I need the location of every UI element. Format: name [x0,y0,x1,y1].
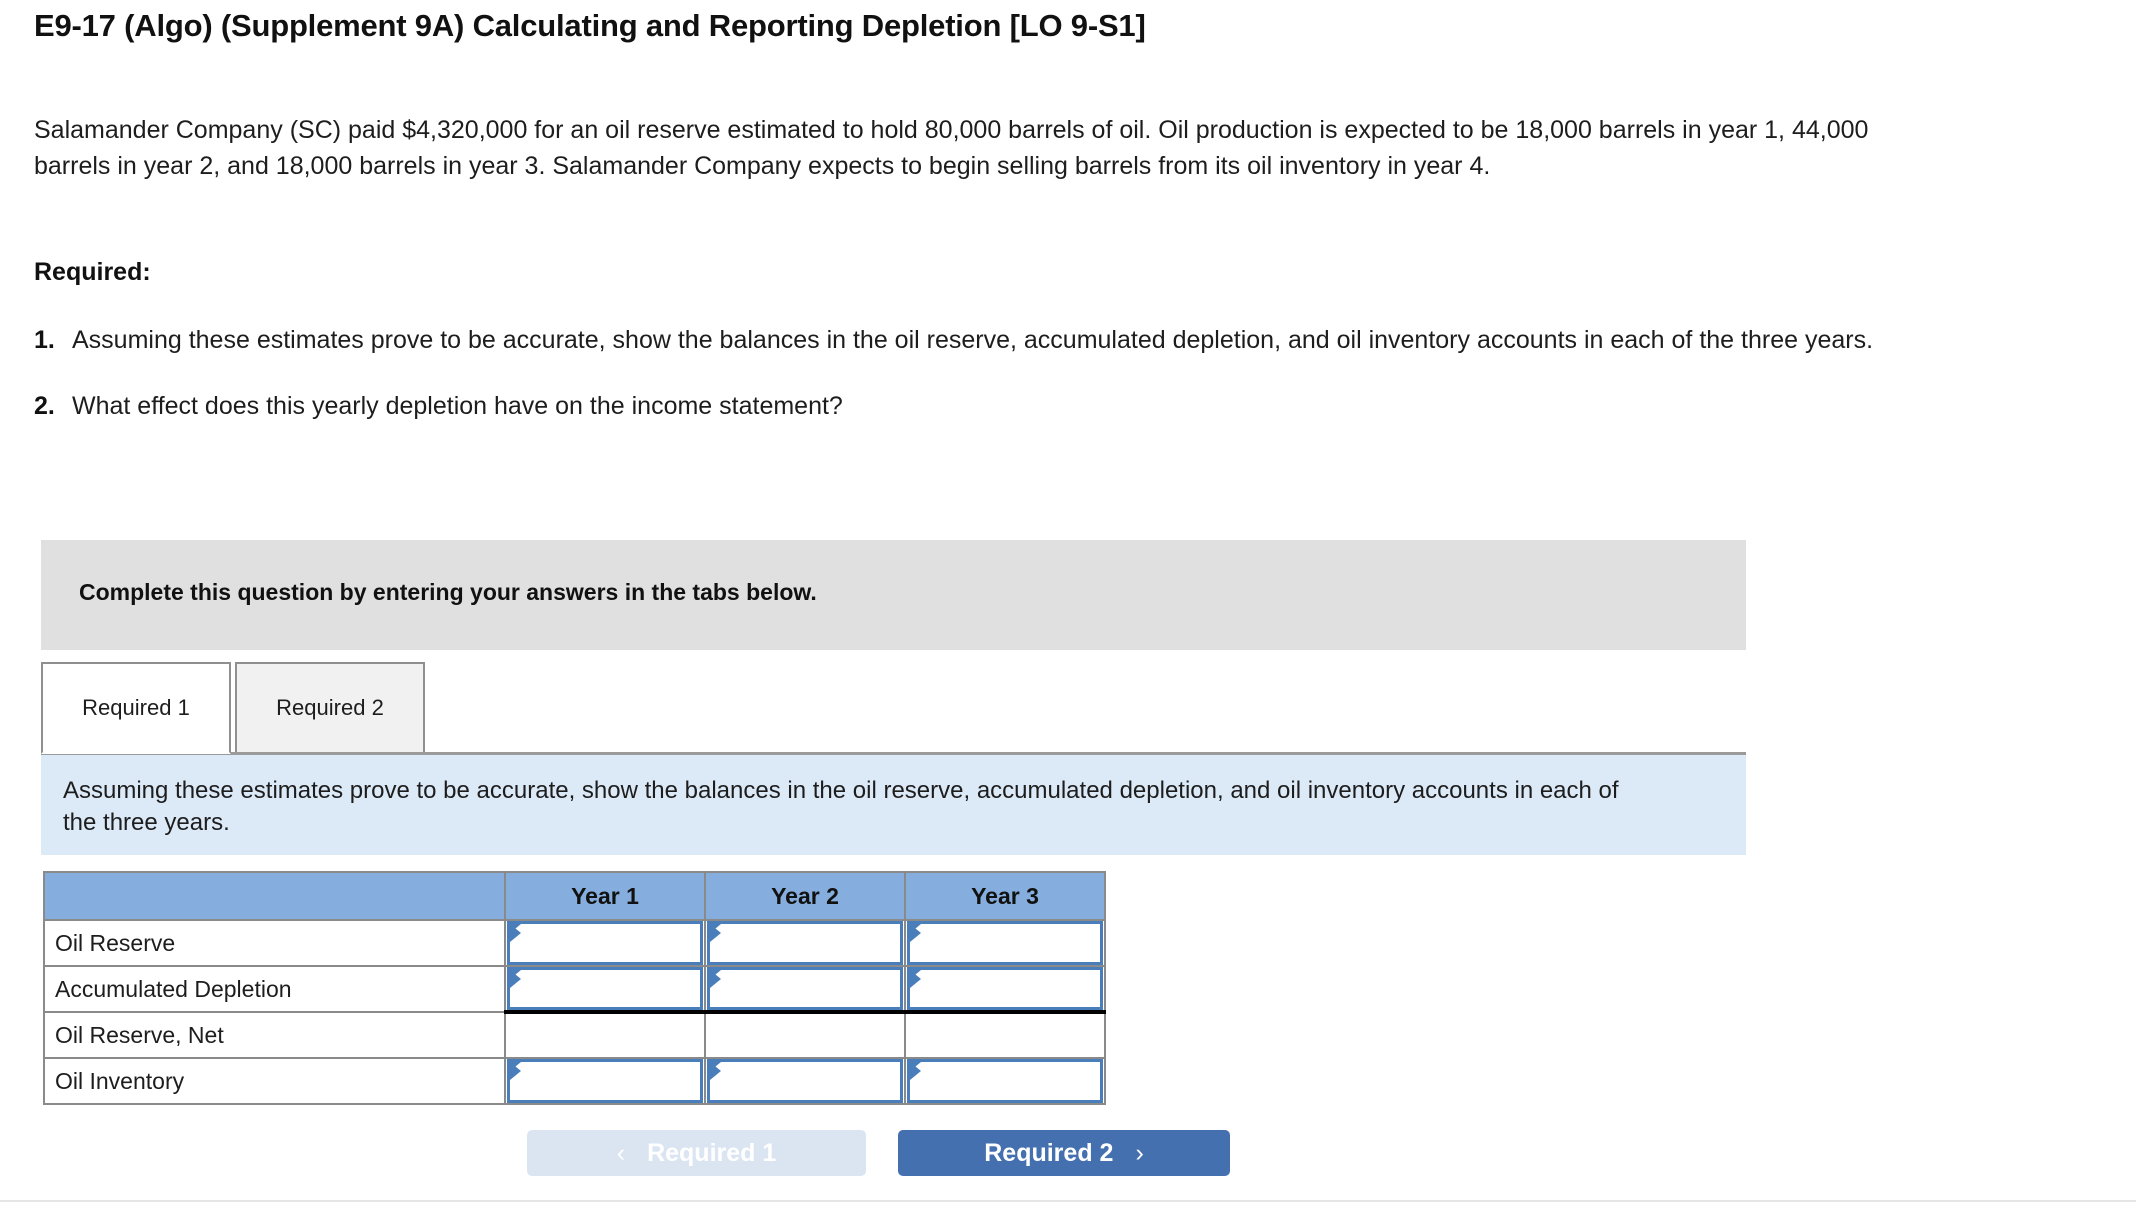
cell-flag-icon [710,1062,721,1080]
cell-flag-icon [710,970,721,988]
chevron-right-icon: › [1135,1138,1144,1167]
next-required-2-label: Required 2 [984,1138,1114,1167]
cell-accumulated-depletion-year-1[interactable] [504,965,706,1014]
input-accumulated-depletion-year-2[interactable] [707,967,903,1010]
requirement-number-2: 2. [34,392,55,420]
cell-accumulated-depletion-year-3[interactable] [904,965,1106,1014]
table-row: Oil Reserve [43,919,1106,967]
answer-table-header-row: Year 1 Year 2 Year 3 [43,871,1106,921]
table-row: Oil Inventory [43,1057,1106,1105]
requirement-number-1: 1. [34,326,55,354]
cell-flag-icon [510,970,521,988]
tab-required-1-label: Required 1 [82,695,190,720]
row-label-accumulated-depletion: Accumulated Depletion [43,965,506,1013]
input-oil-inventory-year-3[interactable] [907,1059,1103,1103]
input-accumulated-depletion-year-1[interactable] [507,967,703,1010]
row-label-oil-reserve-net: Oil Reserve, Net [43,1011,506,1059]
tab-instruction-note-text: Assuming these estimates prove to be acc… [63,777,1619,836]
chevron-left-icon: ‹ [616,1138,626,1167]
problem-statement: Salamander Company (SC) paid $4,320,000 … [34,116,1869,180]
answer-table: Year 1 Year 2 Year 3 Oil Reserve Accumul… [43,871,1106,1105]
answer-table-body: Oil Reserve Accumulated Depletion Oil Re… [43,919,1106,1105]
answer-table-header-year-3: Year 3 [904,871,1106,921]
requirement-text-2: What effect does this yearly depletion h… [72,392,843,420]
required-label: Required: [34,258,151,286]
input-oil-reserve-year-3[interactable] [907,921,1103,965]
cell-oil-inventory-year-1[interactable] [504,1057,706,1105]
instruction-banner-text: Complete this question by entering your … [79,579,817,605]
tab-strip-rule [41,752,1746,755]
cell-accumulated-depletion-year-2[interactable] [704,965,906,1014]
cell-flag-icon [710,924,721,942]
cell-oil-reserve-year-2[interactable] [704,919,906,967]
next-required-2-button[interactable]: Required 2 › [898,1130,1230,1176]
cell-flag-icon [910,970,921,988]
table-row: Accumulated Depletion [43,965,1106,1014]
requirement-text-1: Assuming these estimates prove to be acc… [72,326,1874,354]
input-oil-inventory-year-1[interactable] [507,1059,703,1103]
row-label-oil-inventory: Oil Inventory [43,1057,506,1105]
input-oil-inventory-year-2[interactable] [707,1059,903,1103]
cell-oil-reserve-net-year-1 [504,1011,706,1059]
cell-oil-reserve-net-year-2 [704,1011,906,1059]
bottom-divider [0,1200,2136,1202]
cell-flag-icon [510,924,521,942]
page-title: E9-17 (Algo) (Supplement 9A) Calculating… [34,8,1146,43]
input-oil-reserve-year-1[interactable] [507,921,703,965]
cell-flag-icon [910,924,921,942]
cell-oil-inventory-year-3[interactable] [904,1057,1106,1105]
answer-table-header-year-2: Year 2 [704,871,906,921]
cell-flag-icon [910,1062,921,1080]
prev-required-1-label: Required 1 [647,1138,777,1167]
answer-table-header-year-1: Year 1 [504,871,706,921]
cell-oil-inventory-year-2[interactable] [704,1057,906,1105]
input-oil-reserve-year-2[interactable] [707,921,903,965]
table-row: Oil Reserve, Net [43,1011,1106,1059]
cell-oil-reserve-net-year-3 [904,1011,1106,1059]
input-accumulated-depletion-year-3[interactable] [907,967,1103,1010]
tab-required-2[interactable]: Required 2 [235,662,425,754]
instruction-banner: Complete this question by entering your … [41,540,1746,650]
requirement-item-2: 2. What effect does this yearly depletio… [34,388,1914,424]
row-label-oil-reserve: Oil Reserve [43,919,506,967]
cell-oil-reserve-year-3[interactable] [904,919,1106,967]
tab-required-1[interactable]: Required 1 [41,662,231,754]
cell-oil-reserve-year-1[interactable] [504,919,706,967]
answer-table-corner-header [43,871,506,921]
tab-required-2-label: Required 2 [276,695,384,720]
cell-flag-icon [510,1062,521,1080]
answer-table-head: Year 1 Year 2 Year 3 [43,871,1106,921]
prev-required-1-button[interactable]: ‹ Required 1 [527,1130,866,1176]
requirements-list: 1. Assuming these estimates prove to be … [34,322,1914,454]
tab-instruction-note: Assuming these estimates prove to be acc… [41,755,1746,855]
requirement-item-1: 1. Assuming these estimates prove to be … [34,322,1914,358]
